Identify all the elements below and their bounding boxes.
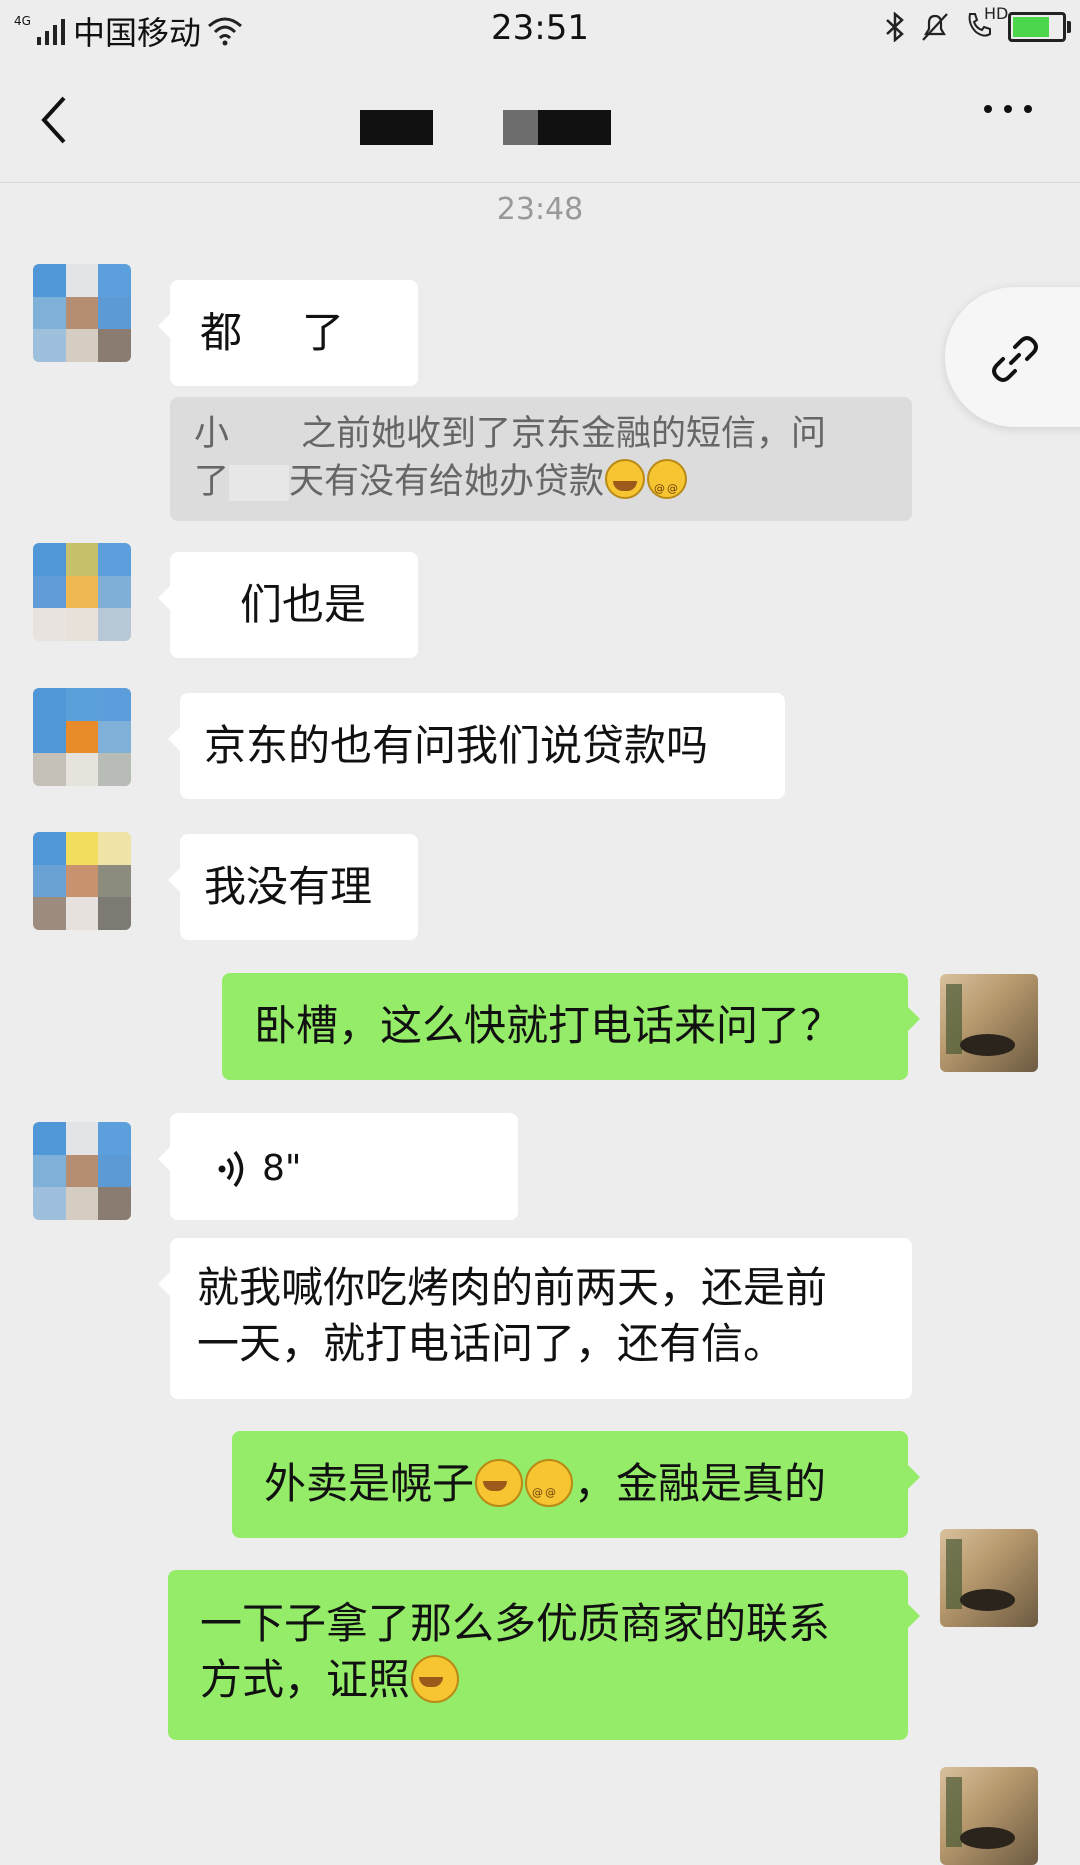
link-floating-button[interactable]: [945, 287, 1080, 427]
message-bubble[interactable]: 都了: [158, 280, 418, 386]
bluetooth-icon: [886, 12, 904, 42]
message-text: 们也是: [240, 580, 367, 629]
message-text: 卧槽，这么快就打电话来问了？: [254, 1001, 843, 1050]
crying-emoji-icon: [605, 459, 646, 499]
avatar-contact[interactable]: [33, 543, 131, 641]
message-bubble[interactable]: 京东的也有问我们说贷款吗: [168, 693, 785, 799]
chat-header: [0, 60, 1080, 183]
more-options-icon[interactable]: [984, 105, 1032, 113]
quote-text: 小: [194, 414, 230, 454]
message-text: 京东的也有问我们说贷款吗: [204, 721, 709, 770]
message-bubble[interactable]: 们也是: [158, 552, 418, 658]
avatar-self[interactable]: [940, 974, 1038, 1072]
hd-label: HD: [984, 4, 1009, 23]
message-text-line: 一下子拿了那么多优质商家的联系: [200, 1599, 831, 1648]
dizzy-emoji-icon: [647, 459, 688, 513]
battery-icon: [1008, 12, 1071, 42]
status-right: HD: [884, 4, 1071, 44]
message-text: 都: [200, 308, 243, 357]
message-text: ，金融是真的: [574, 1459, 827, 1508]
quote-text: 了: [194, 462, 230, 502]
chat-title-redacted: [360, 110, 433, 145]
avatar-contact[interactable]: [33, 688, 131, 786]
link-icon: [992, 336, 1038, 382]
avatar-contact[interactable]: [33, 832, 131, 930]
message-bubble[interactable]: 就我喊你吃烤肉的前两天，还是前 一天，就打电话问了，还有信。: [158, 1238, 912, 1399]
back-chevron-icon[interactable]: [32, 90, 82, 150]
hd-call-indicator: HD: [964, 4, 1008, 44]
redaction: [242, 312, 303, 359]
crying-emoji-icon: [475, 1458, 524, 1507]
voice-duration: 8": [262, 1148, 302, 1189]
mute-bell-icon: [922, 13, 948, 41]
message-text: 我没有理: [204, 862, 373, 911]
message-text-line: 一天，就打电话问了，还有信。: [197, 1319, 786, 1368]
avatar-self[interactable]: [940, 1529, 1038, 1627]
voice-wave-icon: [218, 1150, 244, 1187]
chat-title-redacted-2: [503, 110, 611, 145]
voice-message[interactable]: 8": [158, 1113, 518, 1220]
message-text-line: 方式，证照: [200, 1655, 411, 1704]
message-timestamp: 23:48: [496, 192, 584, 227]
crying-emoji-icon: [411, 1654, 460, 1703]
quote-text: 天有没有给她办贷款: [289, 462, 605, 502]
message-bubble[interactable]: 我没有理: [168, 834, 418, 940]
message-bubble-sent[interactable]: 卧槽，这么快就打电话来问了？: [222, 973, 920, 1080]
message-bubble-sent[interactable]: 一下子拿了那么多优质商家的联系 方式，证照: [168, 1570, 920, 1740]
dizzy-emoji-icon: [525, 1458, 574, 1521]
avatar-self[interactable]: [940, 1767, 1038, 1865]
message-text: 外卖是幌子: [264, 1459, 475, 1508]
message-text: 了: [302, 308, 345, 357]
avatar-contact[interactable]: [33, 264, 131, 362]
status-bar: 4G 中国移动 23:51 HD: [0, 0, 1080, 60]
avatar-contact[interactable]: [33, 1122, 131, 1220]
quoted-message[interactable]: 小 之前她收到了京东金融的短信，问 了 天有没有给她办贷款: [170, 397, 912, 521]
message-bubble-sent[interactable]: 外卖是幌子 ，金融是真的: [232, 1431, 920, 1538]
quote-text: 之前她收到了京东金融的短信，问: [301, 414, 827, 454]
message-text-line: 就我喊你吃烤肉的前两天，还是前: [197, 1263, 828, 1312]
